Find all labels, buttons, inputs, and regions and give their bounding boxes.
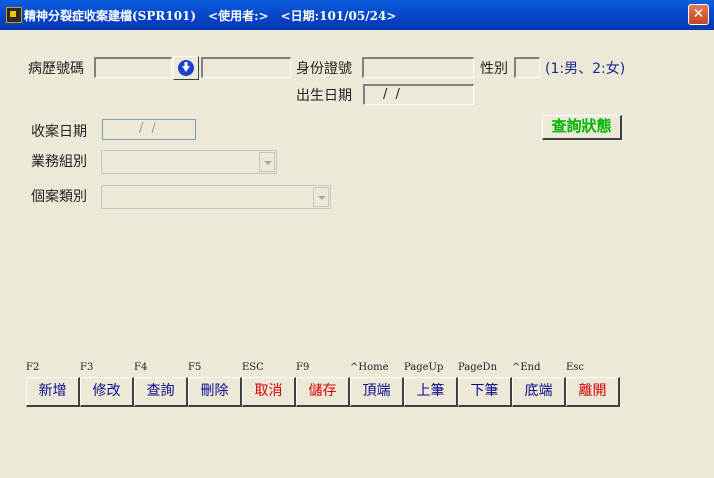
fkey-hint: Esc — [566, 362, 585, 373]
case-date-label: 收案日期 — [31, 124, 87, 140]
close-button[interactable]: ✕ — [688, 4, 709, 25]
fkey-hint: F5 — [188, 362, 202, 373]
gender-input[interactable] — [514, 57, 540, 78]
app-icon — [6, 7, 22, 23]
fkey-hint: F4 — [134, 362, 148, 373]
case-type-select[interactable] — [101, 185, 331, 209]
fkey-hint: ESC — [242, 362, 264, 373]
fkey-hint: F2 — [26, 362, 40, 373]
next-record-button[interactable]: 下筆 — [458, 377, 512, 407]
case-type-label: 個案類別 — [31, 189, 87, 205]
arrow-down-icon — [178, 60, 194, 76]
fkey-hint: F9 — [296, 362, 310, 373]
business-group-label: 業務組別 — [31, 154, 87, 170]
delete-button[interactable]: 刪除 — [188, 377, 242, 407]
edit-button[interactable]: 修改 — [80, 377, 134, 407]
cancel-button[interactable]: 取消 — [242, 377, 296, 407]
business-group-select[interactable] — [101, 150, 277, 174]
case-date-input[interactable]: / / — [102, 119, 196, 140]
title-bar[interactable]: 精神分裂症收案建檔(SPR101) <使用者:> <日期:101/05/24> … — [0, 0, 714, 30]
gender-hint: (1:男、2:女) — [545, 61, 626, 77]
query-status-button[interactable]: 查詢狀態 — [542, 115, 622, 140]
fkey-hint: PageUp — [404, 362, 444, 373]
id-number-input[interactable] — [362, 57, 474, 78]
chevron-down-icon[interactable] — [313, 187, 329, 207]
window-title: 精神分裂症收案建檔(SPR101) <使用者:> <日期:101/05/24> — [24, 9, 397, 23]
birth-date-field: / / — [363, 84, 474, 105]
query-button[interactable]: 查詢 — [134, 377, 188, 407]
exit-button[interactable]: 離開 — [566, 377, 620, 407]
birth-date-label: 出生日期 — [296, 88, 352, 104]
fkey-hint: ^Home — [350, 362, 389, 373]
top-button[interactable]: 頂端 — [350, 377, 404, 407]
patient-name-field[interactable] — [201, 57, 291, 78]
chart-no-input[interactable] — [94, 57, 172, 78]
gender-label: 性別 — [480, 61, 508, 77]
add-button[interactable]: 新增 — [26, 377, 80, 407]
chevron-down-icon[interactable] — [259, 152, 275, 172]
bottom-button[interactable]: 底端 — [512, 377, 566, 407]
chart-lookup-button[interactable] — [173, 56, 199, 80]
prev-record-button[interactable]: 上筆 — [404, 377, 458, 407]
fkey-hint: F3 — [80, 362, 94, 373]
chart-no-label: 病歷號碼 — [28, 61, 84, 77]
id-label: 身份證號 — [296, 61, 352, 77]
fkey-hint: PageDn — [458, 362, 498, 373]
save-button[interactable]: 儲存 — [296, 377, 350, 407]
fkey-hint: ^End — [512, 362, 541, 373]
